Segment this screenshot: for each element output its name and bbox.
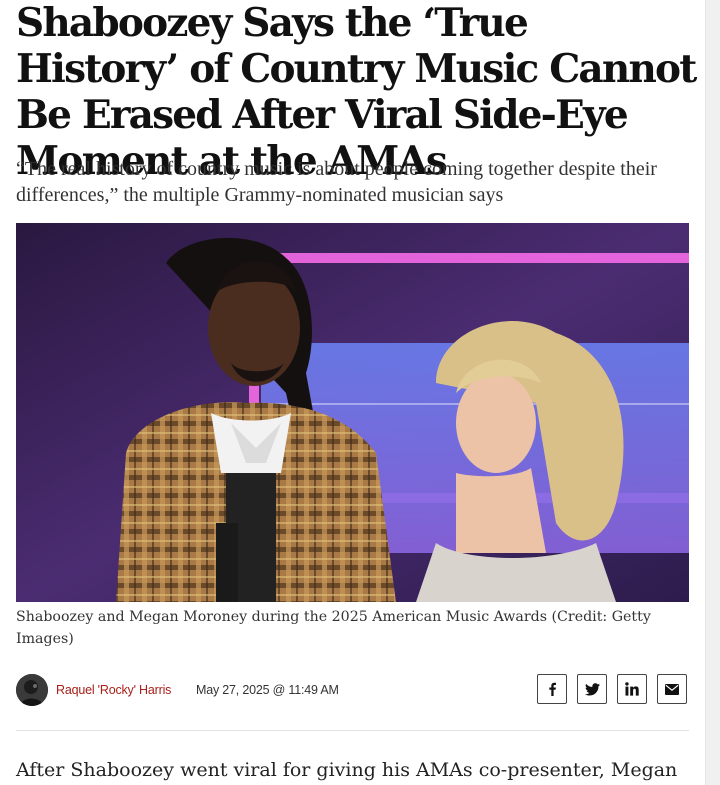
- share-facebook-button[interactable]: [537, 674, 567, 704]
- share-twitter-button[interactable]: [577, 674, 607, 704]
- share-linkedin-button[interactable]: [617, 674, 647, 704]
- scrollbar[interactable]: [705, 0, 720, 785]
- facebook-icon: [549, 682, 556, 696]
- email-icon: [665, 683, 679, 695]
- share-email-button[interactable]: [657, 674, 687, 704]
- author-link[interactable]: Raquel 'Rocky' Harris: [56, 683, 171, 697]
- avatar[interactable]: [16, 674, 48, 706]
- divider: [16, 730, 689, 731]
- article-body-paragraph: After Shaboozey went viral for giving hi…: [16, 759, 678, 781]
- hero-image: [16, 223, 689, 602]
- article-dek: “The real history of country music is ab…: [16, 158, 657, 206]
- byline: Raquel 'Rocky' Harris May 27, 2025 @ 11:…: [16, 672, 689, 708]
- twitter-icon: [584, 682, 600, 695]
- image-caption: Shaboozey and Megan Moroney during the 2…: [16, 609, 651, 647]
- linkedin-icon: [625, 682, 639, 696]
- publish-date: May 27, 2025 @ 11:49 AM: [196, 683, 339, 697]
